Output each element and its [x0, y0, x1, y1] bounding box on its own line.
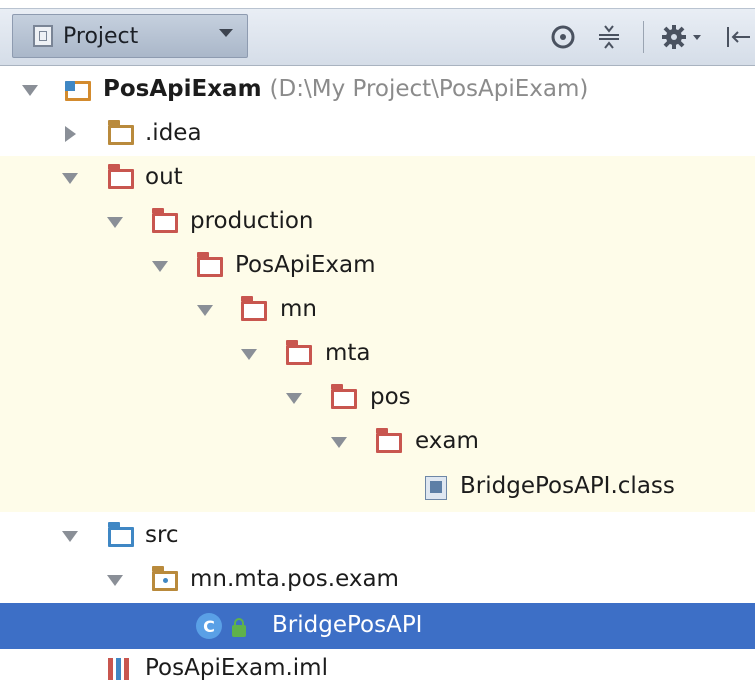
root-name: PosApiExam [103, 76, 262, 102]
project-toolbar: Project [0, 8, 755, 66]
excluded-folder-icon [152, 208, 178, 233]
tree-label-exam: exam [415, 428, 479, 454]
tree-label-posapiexam: PosApiExam [235, 252, 376, 278]
tree-row-src[interactable]: src [0, 514, 755, 558]
expand-arrow-icon[interactable] [197, 305, 213, 316]
tree-row-root[interactable]: PosApiExam (D:\My Project\PosApiExam) [0, 68, 755, 112]
tree-row-pos[interactable]: pos [0, 376, 755, 420]
lock-icon [232, 618, 246, 637]
tree-row-idea[interactable]: .idea [0, 112, 755, 156]
class-file-icon [425, 476, 447, 500]
expand-arrow-icon[interactable] [62, 531, 78, 542]
expand-arrow-icon[interactable] [286, 393, 302, 404]
chevron-down-icon [219, 29, 233, 37]
hide-panel-icon[interactable] [722, 22, 752, 52]
expand-arrow-icon[interactable] [241, 349, 257, 360]
excluded-folder-icon [286, 340, 312, 365]
excluded-folder-icon [241, 296, 267, 321]
tree-row-mta[interactable]: mta [0, 332, 755, 376]
tree-label-class-file: BridgePosAPI.class [460, 473, 675, 499]
tree-label-out: out [145, 164, 183, 190]
tree-label-src: src [145, 522, 179, 548]
excluded-folder-icon [197, 252, 223, 277]
tree-label-package: mn.mta.pos.exam [190, 566, 399, 592]
expand-arrow-icon[interactable] [331, 437, 347, 448]
root-path: (D:\My Project\PosApiExam) [269, 76, 589, 102]
source-folder-icon [108, 522, 134, 547]
class-icon: C [196, 613, 222, 639]
excluded-folder-icon [376, 428, 402, 453]
tree-row-iml[interactable]: PosApiExam.iml [0, 650, 755, 688]
tree-label-production: production [190, 208, 314, 234]
tree-row-posapiexam[interactable]: PosApiExam [0, 244, 755, 288]
tree-row-class-selected[interactable]: C BridgePosAPI [0, 603, 755, 649]
collapse-all-icon[interactable] [594, 22, 624, 52]
expand-arrow-icon[interactable] [22, 85, 38, 96]
tree-label-mn: mn [280, 296, 317, 322]
tree-label-iml: PosApiExam.iml [145, 655, 328, 681]
collapsed-arrow-icon[interactable] [65, 126, 76, 142]
tree-row-exam[interactable]: exam [0, 420, 755, 464]
tree-row-class-file[interactable]: BridgePosAPI.class [0, 464, 755, 512]
folder-icon [108, 120, 134, 145]
tree-label-pos: pos [370, 384, 411, 410]
tree-label-idea: .idea [145, 120, 202, 146]
tree-row-package[interactable]: mn.mta.pos.exam [0, 558, 755, 602]
expand-arrow-icon[interactable] [152, 261, 168, 272]
gear-icon[interactable] [660, 22, 706, 52]
tree-label-mta: mta [325, 340, 371, 366]
project-icon [33, 25, 53, 47]
expand-arrow-icon[interactable] [62, 173, 78, 184]
package-icon [152, 566, 178, 591]
project-folder-icon [65, 81, 91, 101]
tree-row-production[interactable]: production [0, 200, 755, 244]
expand-arrow-icon[interactable] [107, 575, 123, 586]
iml-file-icon [108, 658, 130, 680]
toolbar-divider [643, 21, 644, 53]
tree-row-out[interactable]: out [0, 156, 755, 200]
crosshair-icon[interactable] [548, 22, 578, 52]
expand-arrow-icon[interactable] [107, 217, 123, 228]
tree-row-mn[interactable]: mn [0, 288, 755, 332]
project-view-dropdown[interactable]: Project [12, 14, 248, 58]
excluded-folder-icon [331, 384, 357, 409]
tree-label-class: BridgePosAPI [272, 612, 423, 638]
project-view-label: Project [63, 23, 139, 49]
excluded-folder-icon [108, 164, 134, 189]
